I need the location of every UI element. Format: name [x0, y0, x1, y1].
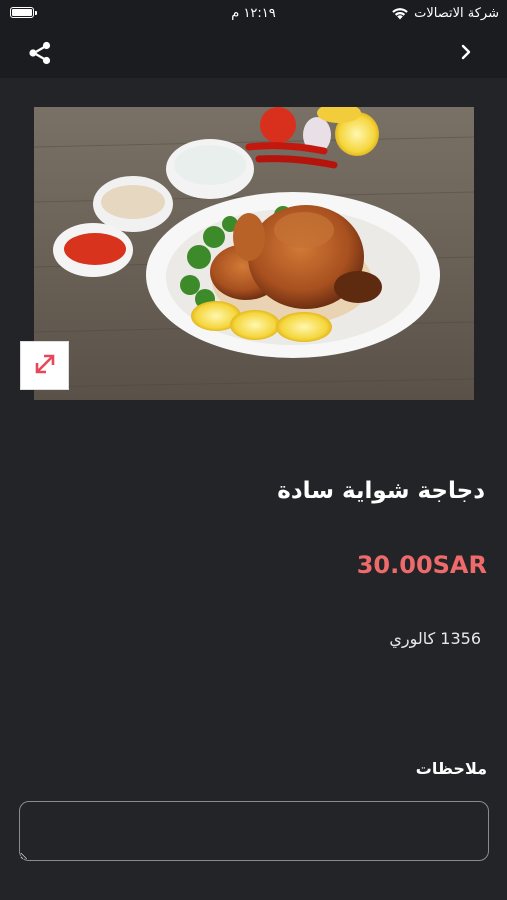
product-calories: 1356 كالوري — [389, 629, 481, 648]
product-price: 30.00SAR — [356, 551, 487, 579]
back-button[interactable] — [453, 41, 479, 67]
carrier-name: شركة الاتصالات — [414, 6, 499, 21]
status-carrier: شركة الاتصالات — [391, 6, 499, 21]
wifi-icon — [391, 7, 409, 20]
status-bar: ١٢:١٩ م شركة الاتصالات — [0, 0, 507, 30]
product-image — [34, 107, 474, 400]
chevron-right-icon — [459, 43, 473, 65]
notes-label: ملاحظات — [415, 759, 487, 778]
notes-input[interactable] — [19, 801, 489, 861]
expand-image-button[interactable] — [20, 341, 69, 390]
share-button[interactable] — [24, 39, 56, 71]
expand-icon — [32, 351, 58, 381]
share-icon — [27, 40, 53, 70]
product-title: دجاجة شواية سادة — [277, 478, 485, 504]
nav-bar — [0, 30, 507, 78]
